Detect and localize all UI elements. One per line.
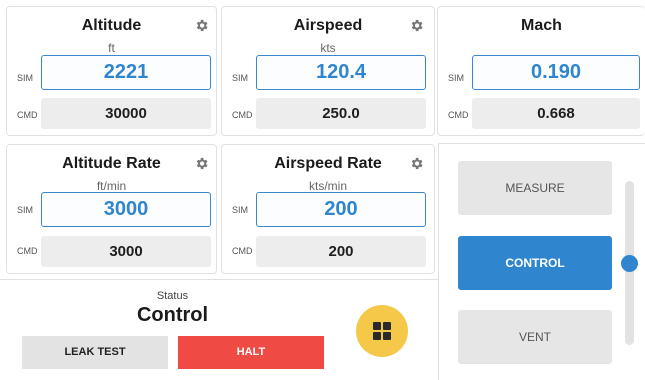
cmd-label: CMD — [17, 110, 38, 120]
right-panel-top-divider — [438, 143, 645, 144]
measure-mode-button[interactable]: MEASURE — [458, 161, 612, 215]
altitude-rate-unit: ft/min — [96, 179, 127, 193]
gear-icon[interactable] — [194, 156, 209, 171]
sim-label: SIM — [448, 73, 465, 83]
control-mode-button[interactable]: CONTROL — [458, 236, 612, 290]
cmd-label: CMD — [448, 110, 469, 120]
altitude-rate-card: Altitude Rate ft/min SIM 3000 CMD 3000 — [6, 144, 217, 274]
airspeed-rate-unit: kts/min — [308, 179, 347, 193]
cmd-label: CMD — [232, 110, 253, 120]
mach-cmd-value[interactable]: 0.668 — [472, 98, 640, 129]
mach-title: Mach — [521, 17, 562, 34]
gear-icon[interactable] — [409, 18, 424, 33]
sim-label: SIM — [232, 205, 249, 215]
grid-icon — [373, 322, 391, 340]
halt-button[interactable]: HALT — [178, 336, 324, 369]
airspeed-cmd-value[interactable]: 250.0 — [256, 98, 426, 129]
sim-label: SIM — [232, 73, 249, 83]
status-value: Control — [136, 304, 209, 326]
airspeed-rate-cmd-value[interactable]: 200 — [256, 236, 426, 267]
cmd-label: CMD — [17, 246, 38, 256]
altitude-title: Altitude — [81, 17, 142, 34]
mach-card: Mach SIM 0.190 CMD 0.668 — [437, 6, 645, 136]
gear-icon[interactable] — [409, 156, 424, 171]
mach-sim-value[interactable]: 0.190 — [472, 55, 640, 90]
cmd-label: CMD — [232, 246, 253, 256]
status-label: Status — [156, 290, 189, 302]
altitude-cmd-value[interactable]: 30000 — [41, 98, 211, 129]
sim-label: SIM — [17, 73, 34, 83]
gear-icon[interactable] — [194, 18, 209, 33]
airspeed-sim-value[interactable]: 120.4 — [256, 55, 426, 90]
airspeed-title: Airspeed — [293, 17, 363, 34]
altitude-sim-value[interactable]: 2221 — [41, 55, 211, 90]
right-panel-divider — [438, 144, 439, 380]
airspeed-rate-title: Airspeed Rate — [274, 155, 382, 172]
altitude-rate-sim-value[interactable]: 3000 — [41, 192, 211, 227]
bottom-left-divider — [0, 279, 438, 280]
altitude-card: Altitude ft SIM 2221 CMD 30000 — [6, 6, 217, 136]
airspeed-card: Airspeed kts SIM 120.4 CMD 250.0 — [221, 6, 435, 136]
altitude-rate-title: Altitude Rate — [62, 155, 161, 172]
vent-mode-button[interactable]: VENT — [458, 310, 612, 364]
grid-menu-button[interactable] — [356, 305, 408, 357]
airspeed-rate-sim-value[interactable]: 200 — [256, 192, 426, 227]
altitude-unit: ft — [108, 41, 115, 55]
altitude-rate-cmd-value[interactable]: 3000 — [41, 236, 211, 267]
airspeed-rate-card: Airspeed Rate kts/min SIM 200 CMD 200 — [221, 144, 435, 274]
sim-label: SIM — [17, 205, 34, 215]
airspeed-unit: kts — [320, 41, 336, 55]
leak-test-button[interactable]: LEAK TEST — [22, 336, 168, 369]
mode-slider-thumb[interactable] — [621, 254, 638, 272]
